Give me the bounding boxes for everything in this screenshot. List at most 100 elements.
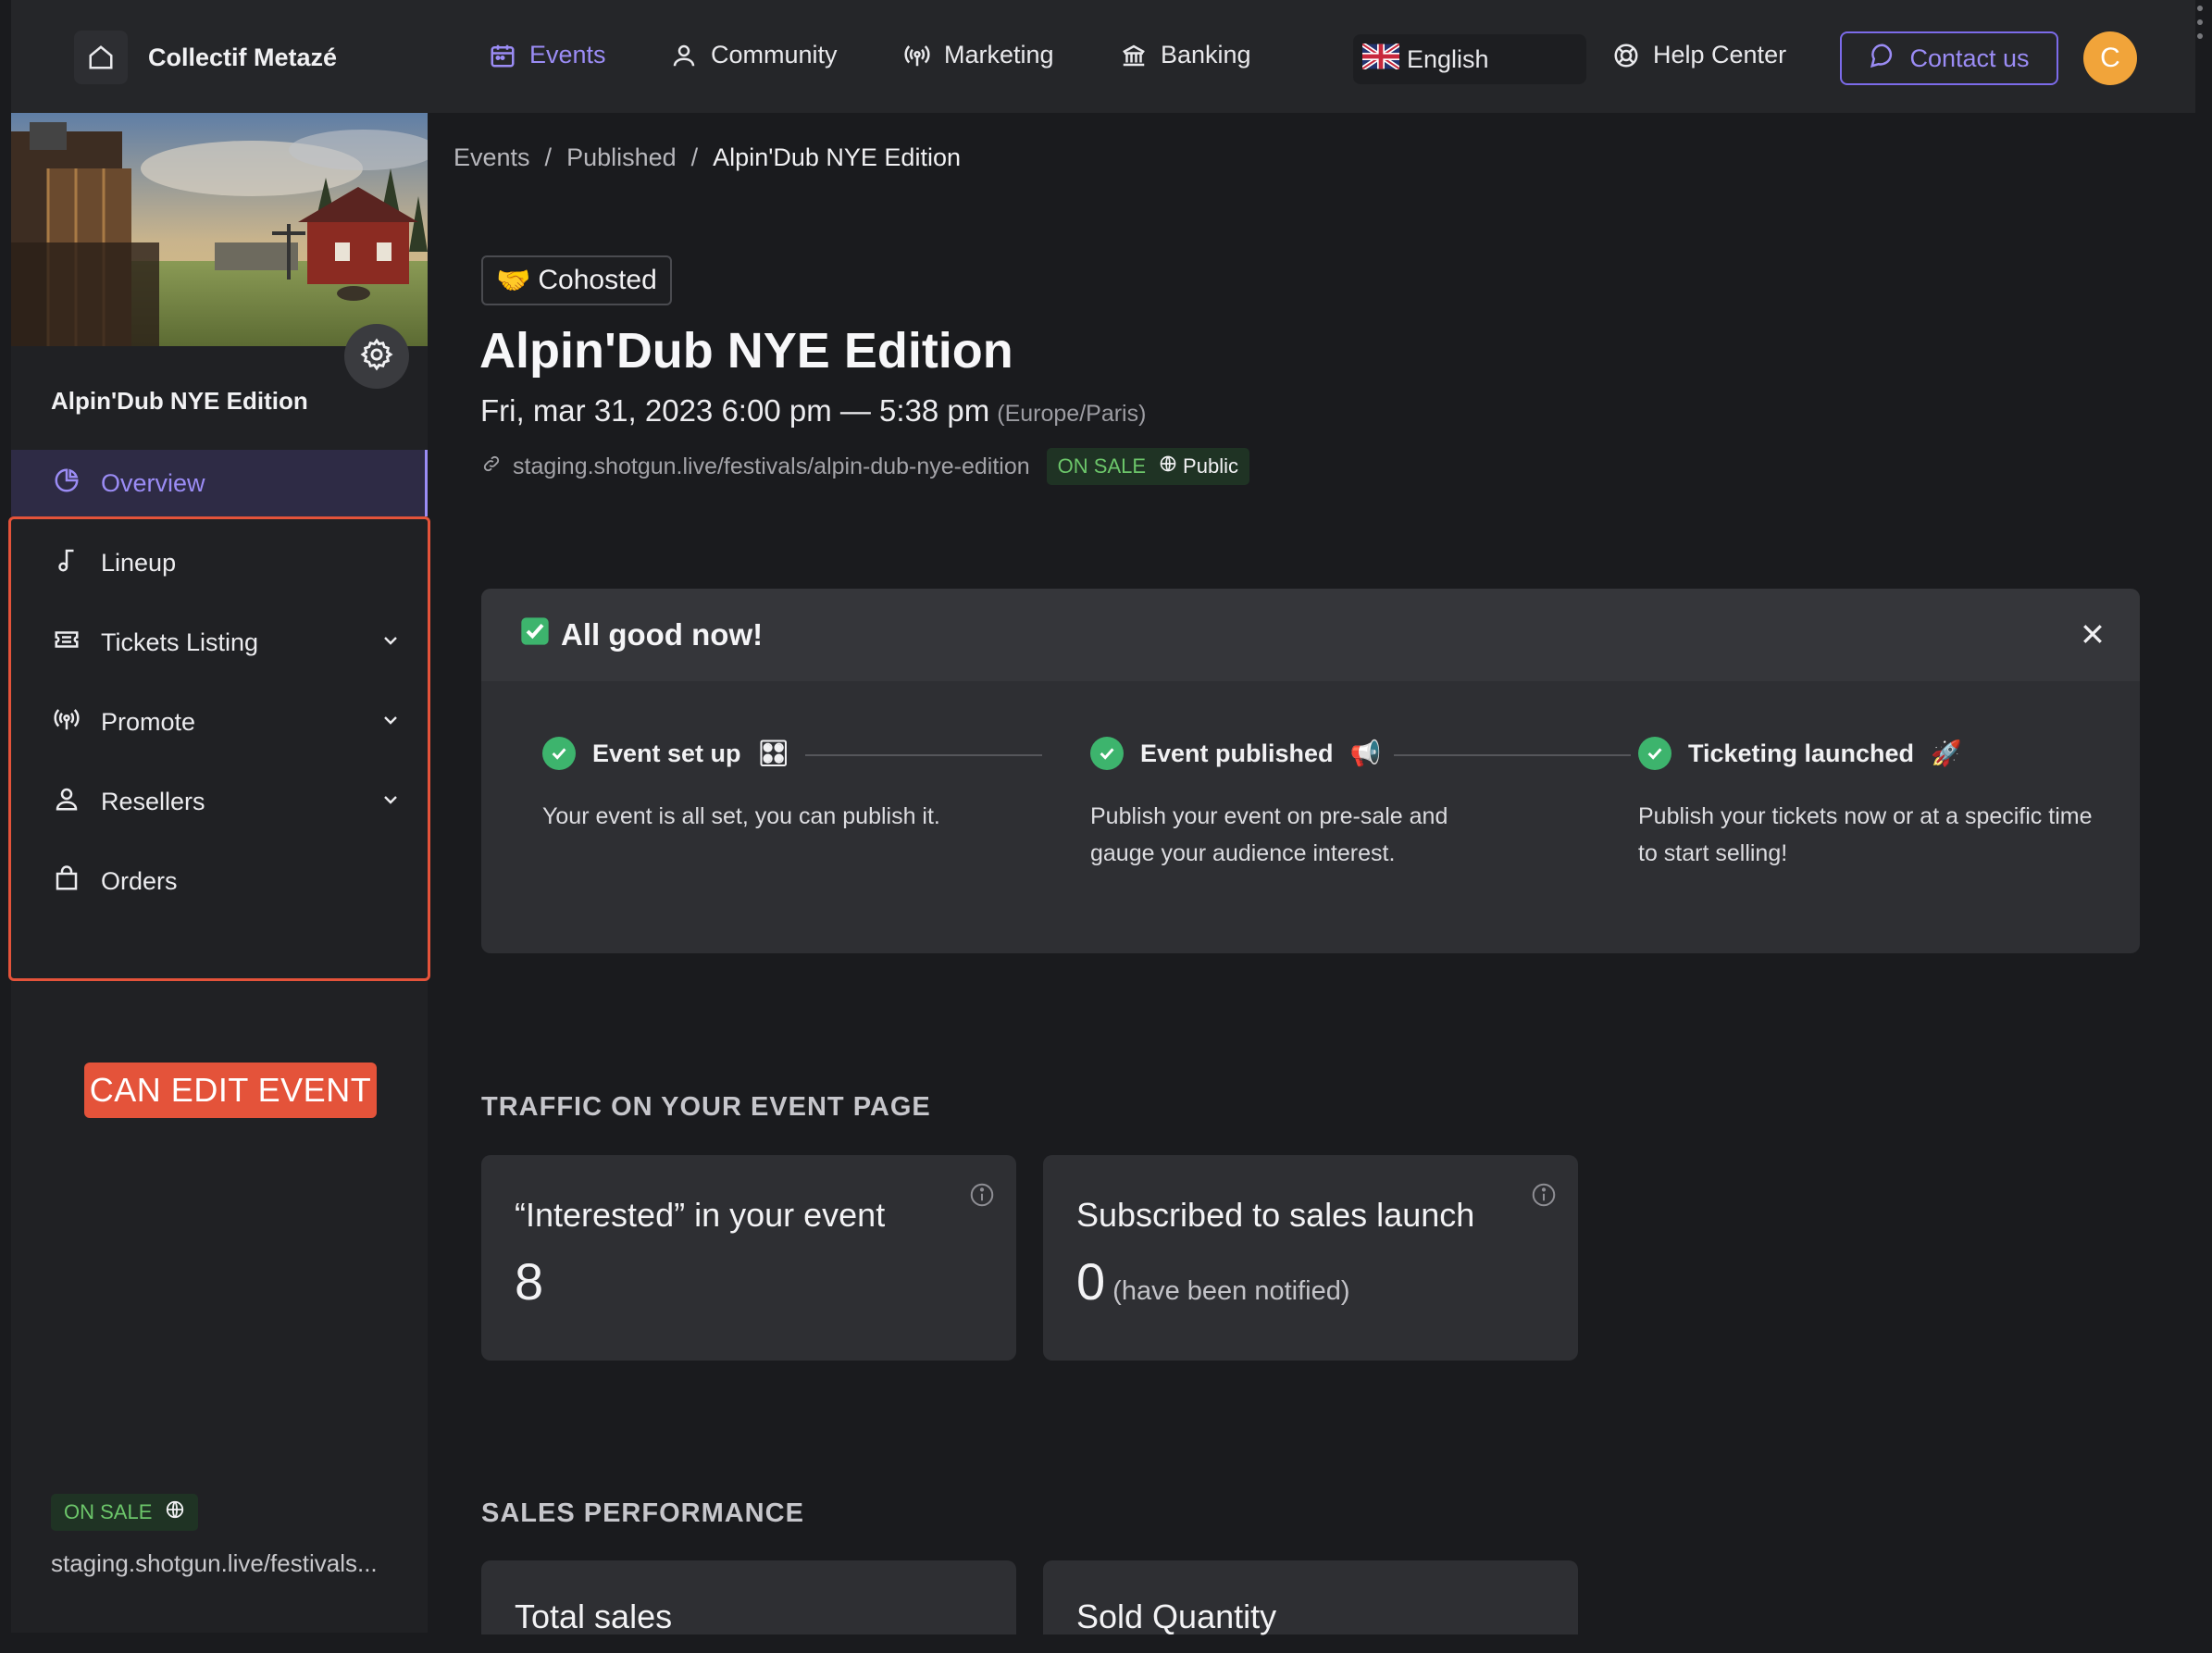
nav-community[interactable]: Community: [670, 41, 838, 69]
step-title: Ticketing launched: [1688, 739, 1915, 767]
subscribed-value: 0: [1076, 1252, 1106, 1311]
home-icon: [74, 31, 128, 84]
window-menu-grip[interactable]: [2197, 6, 2203, 47]
interested-label: “Interested” in your event: [515, 1196, 886, 1234]
sidebar-event-title: Alpin'Dub NYE Edition: [51, 387, 308, 415]
event-date-text: Fri, mar 31, 2023 6:00 pm — 5:38 pm: [480, 393, 990, 428]
brand-name: Collectif Metazé: [148, 43, 338, 71]
interested-card: “Interested” in your event 8: [481, 1155, 1016, 1361]
brand[interactable]: Collectif Metazé: [74, 31, 337, 84]
event-url-row: staging.shotgun.live/festivals/alpin-dub…: [481, 448, 1249, 485]
total-sales-card: Total sales: [481, 1560, 1016, 1635]
checklist-step: Ticketing launched 🚀 Publish your ticket…: [1638, 737, 2140, 872]
link-icon: [481, 454, 502, 480]
event-timezone: (Europe/Paris): [997, 401, 1147, 427]
cohosted-badge: 🤝 Cohosted: [481, 255, 672, 305]
check-circle-icon: [1090, 737, 1124, 770]
handshake-icon: 🤝: [496, 265, 531, 296]
nav-events[interactable]: Events: [489, 41, 606, 69]
step-connector: [1394, 754, 1631, 756]
nav-help-center[interactable]: Help Center: [1612, 41, 1786, 69]
event-cover-image: [11, 113, 428, 346]
visibility-badge: Public: [1159, 454, 1238, 478]
traffic-heading: TRAFFIC ON YOUR EVENT PAGE: [481, 1092, 931, 1122]
globe-icon: [1159, 454, 1177, 478]
event-url-link[interactable]: staging.shotgun.live/festivals/alpin-dub…: [513, 454, 1030, 480]
breadcrumb: Events / Published / Alpin'Dub NYE Editi…: [454, 143, 961, 172]
app-frame: Collectif Metazé Events Community Market…: [0, 0, 2212, 1653]
status-badge: ON SALE: [51, 1494, 199, 1531]
nav-marketing-label: Marketing: [944, 41, 1054, 68]
status-badge: ON SALE Public: [1046, 448, 1249, 485]
subscribed-label: Subscribed to sales launch: [1076, 1196, 1475, 1234]
nav-banking-label: Banking: [1161, 41, 1251, 68]
breadcrumb-published[interactable]: Published: [566, 143, 677, 172]
sold-quantity-card: Sold Quantity: [1043, 1560, 1578, 1635]
breadcrumb-current: Alpin'Dub NYE Edition: [713, 143, 961, 171]
lifebuoy-icon: [1612, 42, 1640, 69]
step-emoji: 🎛: [757, 740, 789, 767]
breadcrumb-separator: /: [690, 143, 699, 171]
status-label: ON SALE: [1057, 454, 1147, 478]
nav-events-label: Events: [529, 41, 606, 68]
visibility-label: Public: [1183, 454, 1238, 478]
interested-value: 8: [515, 1252, 544, 1311]
onboarding-checklist-card: All good now! Event set up 🎛 Your event …: [481, 589, 2140, 953]
annotation-label: CAN EDIT EVENT: [84, 1063, 377, 1118]
nav-banking[interactable]: Banking: [1120, 41, 1251, 69]
user-icon: [670, 42, 698, 69]
checklist-step: Event published 📢 Publish your event on …: [1090, 737, 1609, 872]
sidebar-event-url[interactable]: staging.shotgun.live/festivals...: [51, 1549, 378, 1578]
calendar-icon: [489, 42, 516, 69]
checklist-title: All good now!: [561, 617, 764, 652]
check-circle-icon: [1638, 737, 1671, 770]
bank-icon: [1120, 42, 1148, 69]
nav-help-label: Help Center: [1653, 41, 1787, 68]
language-label: English: [1407, 44, 1489, 73]
contact-us-label: Contact us: [1909, 44, 2030, 72]
step-title: Event published: [1140, 739, 1334, 767]
breadcrumb-separator: /: [544, 143, 553, 171]
avatar[interactable]: C: [2083, 31, 2137, 85]
uk-flag-icon: [1361, 41, 1401, 76]
step-description: Publish your tickets now or at a specifi…: [1638, 803, 2093, 866]
event-date: Fri, mar 31, 2023 6:00 pm — 5:38 pm (Euro…: [480, 393, 1146, 429]
info-icon[interactable]: [968, 1181, 996, 1213]
pie-chart-icon: [53, 466, 81, 501]
nav-marketing[interactable]: Marketing: [903, 41, 1054, 69]
gear-icon: [359, 337, 394, 377]
language-selector[interactable]: English: [1353, 34, 1586, 84]
event-settings-button[interactable]: [344, 324, 409, 389]
step-connector: [805, 754, 1042, 756]
annotation-highlight-box: [8, 516, 430, 981]
cohosted-label: Cohosted: [538, 265, 657, 295]
close-icon[interactable]: [2079, 620, 2106, 655]
broadcast-icon: [903, 42, 931, 69]
nav-community-label: Community: [711, 41, 838, 68]
step-title: Event set up: [592, 739, 741, 767]
subscribed-note: (have been notified): [1112, 1276, 1350, 1306]
info-icon[interactable]: [1530, 1181, 1558, 1213]
top-navbar: Collectif Metazé Events Community Market…: [11, 0, 2195, 113]
total-sales-label: Total sales: [515, 1597, 673, 1635]
status-label: ON SALE: [64, 1500, 153, 1523]
breadcrumb-events[interactable]: Events: [454, 143, 530, 172]
subscribed-card: Subscribed to sales launch 0 (have been n…: [1043, 1155, 1578, 1361]
step-emoji: 📢: [1349, 740, 1382, 767]
globe-icon: [165, 1499, 185, 1525]
step-emoji: 🚀: [1931, 740, 1962, 767]
checklist-step: Event set up 🎛 Your event is all set, yo…: [542, 737, 1061, 835]
step-description: Publish your event on pre-sale and gauge…: [1090, 803, 1448, 866]
sidebar-item-overview[interactable]: Overview: [11, 450, 428, 516]
sold-quantity-label: Sold Quantity: [1076, 1597, 1277, 1635]
contact-us-button[interactable]: Contact us: [1840, 31, 2058, 85]
event-sidebar: Alpin'Dub NYE Edition Overview Lineup Ti…: [8, 113, 430, 1633]
sales-heading: SALES PERFORMANCE: [481, 1498, 804, 1528]
check-box-icon: [520, 616, 550, 653]
page-title: Alpin'Dub NYE Edition: [479, 323, 1013, 379]
chat-bubble-icon: [1869, 42, 1896, 76]
check-circle-icon: [542, 737, 576, 770]
sidebar-item-label: Overview: [101, 468, 205, 497]
subscribed-value-row: 0 (have been notified): [1076, 1251, 1350, 1311]
step-description: Your event is all set, you can publish i…: [542, 803, 940, 829]
